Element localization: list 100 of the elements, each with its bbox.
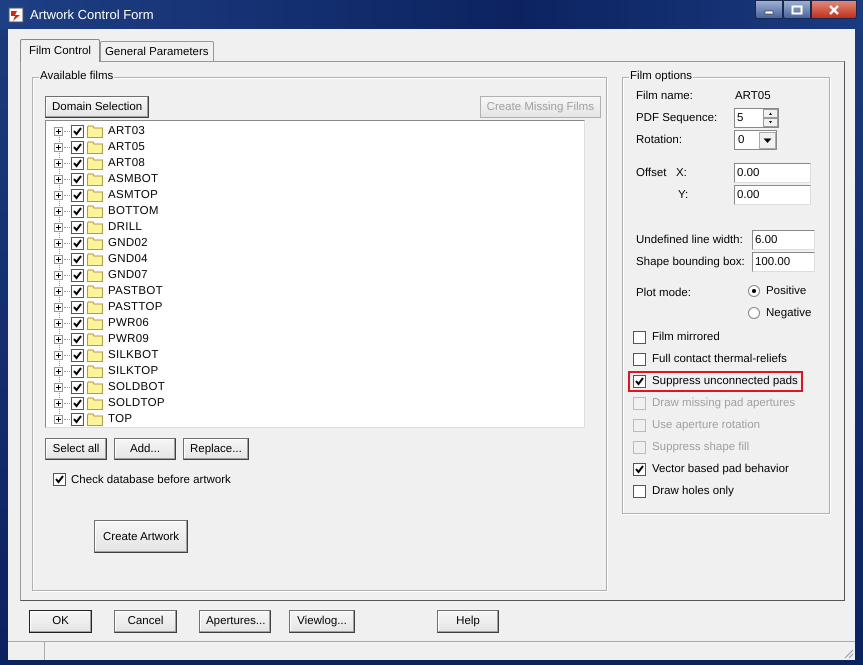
window-title: Artwork Control Form [30, 7, 154, 22]
checkbox-label: Film mirrored [652, 331, 720, 343]
checkbox[interactable] [71, 348, 84, 362]
close-icon[interactable] [828, 4, 840, 14]
spin-arrows-icon[interactable] [763, 109, 778, 127]
tree-item[interactable]: SOLDBOT [108, 381, 166, 393]
checkbox[interactable] [53, 473, 66, 486]
tree-item[interactable]: SILKBOT [108, 349, 159, 361]
checkbox[interactable] [71, 300, 84, 314]
checkbox[interactable] [71, 172, 84, 186]
bounding-box-field[interactable]: 100.00 [752, 252, 815, 272]
checkbox[interactable] [71, 252, 84, 266]
checkbox[interactable] [71, 268, 84, 282]
expand-icon[interactable] [54, 142, 63, 152]
checkbox[interactable] [633, 352, 646, 366]
radio-button[interactable] [748, 284, 760, 296]
tree-item[interactable]: GND04 [108, 253, 148, 265]
checkbox[interactable] [71, 396, 84, 410]
tree-item[interactable]: PWR09 [108, 333, 150, 345]
spin-field[interactable]: 5 [734, 108, 779, 128]
checkbox[interactable] [71, 140, 84, 154]
checkbox[interactable] [71, 412, 84, 426]
expand-icon[interactable] [54, 302, 63, 312]
dialog-button[interactable]: Viewlog... [289, 610, 355, 632]
checkbox[interactable] [633, 330, 646, 344]
tree-item[interactable]: PASTBOT [108, 285, 163, 297]
checkbox[interactable] [71, 188, 84, 202]
expand-icon[interactable] [54, 190, 63, 200]
tree-item[interactable]: ART08 [108, 157, 146, 169]
expand-icon[interactable] [54, 158, 63, 168]
radio-label: Positive [766, 284, 806, 296]
list-button[interactable]: Select all [45, 438, 107, 460]
expand-icon[interactable] [54, 398, 63, 408]
checkbox[interactable] [633, 374, 646, 388]
dialog-button[interactable]: Cancel [114, 610, 177, 632]
checkbox[interactable] [71, 236, 84, 250]
folder-icon [87, 236, 103, 250]
expand-icon[interactable] [54, 270, 63, 280]
offset-y-field[interactable]: 0.00 [734, 185, 811, 205]
close-button[interactable] [811, 0, 857, 19]
expand-icon[interactable] [54, 334, 63, 344]
tree-item[interactable]: ART05 [108, 141, 146, 153]
checkbox[interactable] [71, 204, 84, 218]
tree-item[interactable]: TOP [108, 413, 132, 425]
checkbox[interactable] [71, 220, 84, 234]
radio-button[interactable] [748, 306, 760, 318]
checkbox[interactable] [71, 332, 84, 346]
tree-item[interactable]: ASMBOT [108, 173, 158, 185]
list-button[interactable]: Replace... [183, 438, 249, 460]
checkbox[interactable] [71, 380, 84, 394]
tree-item[interactable]: ART03 [108, 125, 146, 137]
checkbox[interactable] [633, 484, 646, 498]
folder-icon [87, 172, 103, 186]
rotation-dropdown[interactable]: 0 [734, 130, 777, 150]
expand-icon[interactable] [54, 174, 63, 184]
expand-icon[interactable] [54, 222, 63, 232]
domain-selection-button[interactable]: Domain Selection [45, 96, 150, 118]
field-label: Offset [636, 167, 668, 179]
resize-grip-icon[interactable] [842, 647, 854, 659]
list-button[interactable]: Add... [114, 438, 176, 460]
checkbox[interactable] [71, 284, 84, 298]
checkbox[interactable] [71, 124, 84, 138]
dialog-button[interactable]: Help [437, 610, 499, 632]
expand-icon[interactable] [54, 350, 63, 360]
maximize-icon[interactable] [791, 4, 803, 14]
field-label: X: [676, 167, 688, 179]
tree-item[interactable]: PWR06 [108, 317, 150, 329]
checkbox[interactable] [71, 364, 84, 378]
minimize-button[interactable] [755, 0, 783, 19]
tree-item[interactable]: GND02 [108, 237, 148, 249]
offset-x-field[interactable]: 0.00 [734, 163, 811, 183]
expand-icon[interactable] [54, 414, 63, 424]
dialog-button[interactable]: OK [29, 610, 92, 632]
expand-icon[interactable] [54, 206, 63, 216]
checkbox[interactable] [633, 462, 646, 476]
tree-item[interactable]: DRILL [108, 221, 142, 233]
expand-icon[interactable] [54, 318, 63, 328]
line-width-field[interactable]: 6.00 [752, 230, 815, 250]
tree-item[interactable]: SILKTOP [108, 365, 158, 377]
expand-icon[interactable] [54, 366, 63, 376]
checkbox-label: Suppress shape fill [652, 441, 750, 453]
expand-icon[interactable] [54, 286, 63, 296]
folder-icon [87, 124, 103, 138]
expand-icon[interactable] [54, 126, 63, 136]
tree-item[interactable]: GND07 [108, 269, 148, 281]
create-artwork-button[interactable]: Create Artwork [94, 520, 188, 553]
checkbox[interactable] [71, 156, 84, 170]
maximize-button[interactable] [783, 0, 811, 19]
expand-icon[interactable] [54, 254, 63, 264]
checkbox[interactable] [71, 316, 84, 330]
expand-icon[interactable] [54, 238, 63, 248]
tree-item[interactable]: ASMTOP [108, 189, 158, 201]
tab[interactable]: Film Control [20, 39, 100, 62]
tree-item[interactable]: PASTTOP [108, 301, 163, 313]
tree-item[interactable]: BOTTOM [108, 205, 159, 217]
expand-icon[interactable] [54, 382, 63, 392]
group-title: Available films [39, 70, 114, 82]
dialog-button[interactable]: Apertures... [199, 610, 271, 632]
tree-item[interactable]: SOLDTOP [108, 397, 165, 409]
tab[interactable]: General Parameters [100, 41, 214, 61]
